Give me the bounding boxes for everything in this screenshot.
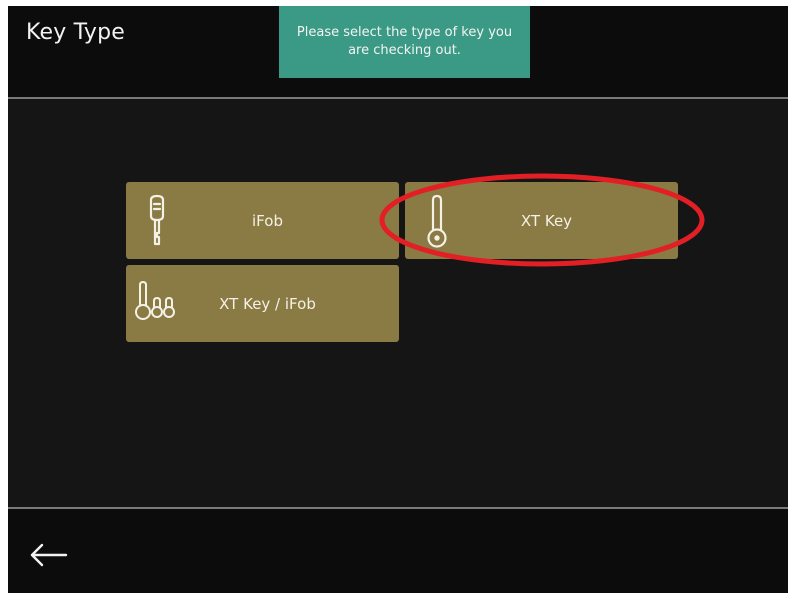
xt-key-label: XT Key bbox=[520, 211, 573, 230]
xt-key-ifob-label: XT Key / iFob bbox=[219, 294, 316, 313]
xt-key-icon bbox=[411, 192, 461, 248]
header-divider bbox=[8, 97, 788, 99]
xt-key-button[interactable]: XT Key bbox=[405, 182, 678, 259]
ifob-label: iFob bbox=[252, 211, 283, 230]
ifob-button[interactable]: iFob bbox=[126, 182, 399, 259]
ifob-key-icon bbox=[132, 192, 182, 248]
kiosk-screen: Key Type Please select the type of key y… bbox=[8, 6, 788, 593]
header-bar: Key Type Please select the type of key y… bbox=[8, 6, 788, 98]
page-title: Key Type bbox=[26, 20, 126, 45]
xt-key-ifob-button[interactable]: XT Key / iFob bbox=[126, 265, 399, 342]
arrow-left-icon bbox=[30, 543, 68, 567]
instruction-toast: Please select the type of key you are ch… bbox=[279, 6, 530, 78]
back-button[interactable] bbox=[26, 537, 74, 573]
footer-bar bbox=[8, 509, 788, 593]
xt-key-ifob-icon bbox=[132, 275, 182, 331]
